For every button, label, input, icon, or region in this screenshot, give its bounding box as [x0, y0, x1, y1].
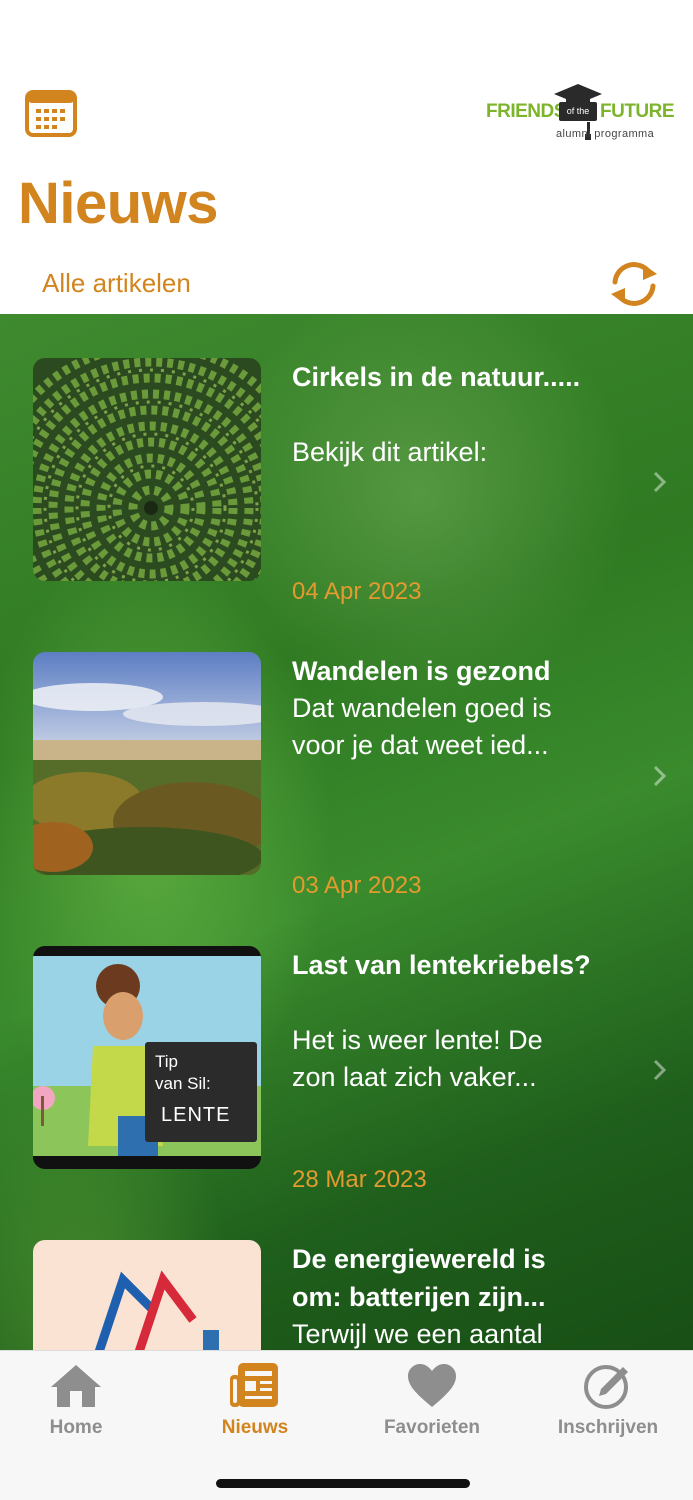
article-item[interactable]: De energiewereld is om: batterijen zijn.…	[0, 1196, 693, 1350]
article-description: Het is weer lente! De zon laat zich vake…	[292, 1025, 543, 1092]
chevron-right-icon	[653, 1059, 667, 1081]
article-description: Terwijl we een aantal	[292, 1319, 543, 1349]
article-title: De energiewereld is om: batterijen zijn.…	[292, 1244, 546, 1312]
tab-home[interactable]: Home	[1, 1361, 151, 1451]
article-description: Dat wandelen goed is voor je dat weet ie…	[292, 693, 552, 760]
chevron-right-icon	[653, 471, 667, 493]
tab-favorieten[interactable]: Favorieten	[357, 1361, 507, 1451]
article-item[interactable]: Cirkels in de natuur..... Bekijk dit art…	[0, 314, 693, 608]
article-list[interactable]: Cirkels in de natuur..... Bekijk dit art…	[0, 314, 693, 1350]
tab-label: Nieuws	[221, 1417, 289, 1438]
edit-circle-icon	[584, 1365, 628, 1409]
heart-icon	[408, 1364, 456, 1407]
tab-bar: Home Nieuws Favorieten Inschrijven	[0, 1350, 693, 1500]
article-date: 04 Apr 2023	[292, 578, 422, 605]
article-title: Wandelen is gezond	[292, 656, 551, 686]
article-thumbnail	[33, 652, 261, 875]
article-thumbnail: Tip van Sil: LENTE	[33, 946, 261, 1169]
home-indicator	[216, 1479, 470, 1488]
article-thumbnail	[33, 358, 261, 581]
sign-line-2: van Sil:	[155, 1074, 211, 1093]
tab-nieuws[interactable]: Nieuws	[180, 1361, 330, 1451]
tab-label: Home	[49, 1417, 103, 1438]
sign-line-1: Tip	[155, 1052, 178, 1071]
friends-of-the-future-logo: FRIENDS of the FUTURE alumni programma	[486, 82, 675, 144]
article-item[interactable]: Tip van Sil: LENTE Last van lentekriebel…	[0, 902, 693, 1196]
page-title: Nieuws	[18, 171, 219, 236]
logo-text-of-the: of the	[559, 102, 597, 121]
article-description: Bekijk dit artikel:	[292, 437, 488, 467]
sign-board: Tip van Sil: LENTE	[145, 1042, 257, 1142]
tab-label: Favorieten	[383, 1417, 481, 1438]
logo-subtitle: alumni programma	[556, 128, 655, 140]
header: FRIENDS of the FUTURE alumni programma N…	[0, 0, 693, 314]
filter-label[interactable]: Alle artikelen	[42, 268, 191, 299]
article-title: Last van lentekriebels?	[292, 950, 591, 980]
article-thumbnail	[33, 1240, 261, 1350]
logo-text-future: FUTURE	[600, 101, 675, 122]
tab-inschrijven[interactable]: Inschrijven	[533, 1361, 683, 1451]
sign-line-3: LENTE	[161, 1104, 231, 1126]
article-date: 28 Mar 2023	[292, 1166, 427, 1193]
article-title: Cirkels in de natuur.....	[292, 362, 581, 392]
newspaper-icon	[230, 1363, 278, 1407]
refresh-icon[interactable]	[603, 258, 665, 310]
article-item[interactable]: Wandelen is gezond Dat wandelen goed is …	[0, 608, 693, 902]
chevron-right-icon	[653, 765, 667, 787]
home-icon	[51, 1365, 101, 1407]
calendar-icon[interactable]	[24, 88, 78, 138]
tab-label: Inschrijven	[557, 1417, 659, 1438]
article-date: 03 Apr 2023	[292, 872, 422, 899]
